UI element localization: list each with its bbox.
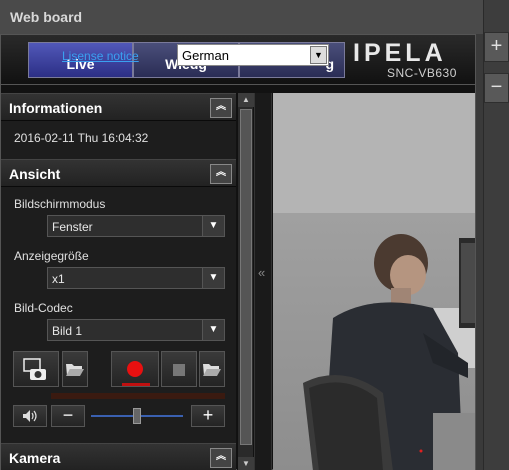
section-informationen-header[interactable]: Informationen ︽ — [1, 93, 236, 121]
record-button[interactable] — [111, 351, 159, 387]
select-value: x1 — [52, 272, 65, 286]
bildschirmmodus-label: Bildschirmmodus — [14, 197, 106, 211]
chevron-down-icon[interactable]: ▼ — [202, 268, 224, 288]
chevron-down-icon[interactable]: ▼ — [202, 320, 224, 340]
double-chevron-up-icon[interactable]: ︽ — [210, 98, 232, 118]
brand-logo: IPELA — [353, 39, 447, 67]
speaker-icon — [23, 410, 37, 422]
panel-scrollbar[interactable]: ▲ ▼ — [237, 93, 254, 470]
chevron-down-icon[interactable]: ▼ — [202, 216, 224, 236]
double-chevron-up-icon[interactable]: ︽ — [210, 164, 232, 184]
camera-header: Live Wiedg g Lisense notice German ▼ IPE… — [1, 35, 475, 85]
section-kamera-header[interactable]: Kamera ︽ — [1, 443, 236, 470]
snapshot-folder-button[interactable] — [62, 351, 88, 387]
language-value: German — [182, 48, 229, 63]
volume-thumb[interactable] — [133, 408, 141, 424]
camera-page: Live Wiedg g Lisense notice German ▼ IPE… — [0, 34, 476, 470]
record-icon — [127, 361, 143, 377]
record-underline — [122, 383, 150, 386]
live-video-view[interactable] — [273, 93, 475, 470]
zoom-out-button[interactable]: − — [484, 73, 509, 103]
volume-down-button[interactable]: − — [51, 405, 85, 427]
double-chevron-left-icon[interactable]: « — [258, 265, 265, 280]
chevron-down-icon[interactable]: ▼ — [310, 46, 327, 64]
section-ansicht-header[interactable]: Ansicht ︽ — [1, 159, 236, 187]
snapshot-button[interactable] — [13, 351, 59, 387]
right-rail — [483, 0, 509, 470]
live-camera-image — [273, 93, 475, 470]
camera-icon — [23, 358, 46, 380]
select-value: Fenster — [52, 220, 93, 234]
board-title: Web board — [0, 0, 483, 34]
status-strip — [51, 393, 225, 399]
section-title: Informationen — [9, 100, 103, 116]
volume-up-button[interactable]: + — [191, 405, 225, 427]
anzeigegroesse-select[interactable]: x1 ▼ — [47, 267, 225, 289]
camera-model: SNC-VB630 — [387, 66, 457, 80]
codec-select[interactable]: Bild 1 ▼ — [47, 319, 225, 341]
scroll-down-icon[interactable]: ▼ — [238, 457, 254, 470]
scroll-up-icon[interactable]: ▲ — [238, 93, 254, 107]
control-panel: Informationen ︽ 2016-02-11 Thu 16:04:32 … — [1, 93, 236, 470]
mute-button[interactable] — [13, 405, 47, 427]
web-board-window: Web board + − Live Wiedg g Lisense notic… — [0, 0, 509, 470]
datetime-text: 2016-02-11 Thu 16:04:32 — [14, 131, 149, 145]
zoom-in-button[interactable]: + — [484, 32, 509, 62]
folder-open-icon — [203, 364, 221, 376]
section-title: Ansicht — [9, 166, 61, 182]
language-select[interactable]: German ▼ — [177, 44, 329, 66]
codec-label: Bild-Codec — [14, 301, 73, 315]
scrollbar-thumb[interactable] — [240, 109, 252, 445]
section-title: Kamera — [9, 450, 61, 466]
stop-button[interactable] — [161, 351, 197, 387]
panel-toggle-bar[interactable]: « — [254, 93, 272, 470]
anzeigegroesse-label: Anzeigegröße — [14, 249, 89, 263]
select-value: Bild 1 — [52, 324, 83, 338]
license-notice-link[interactable]: Lisense notice — [62, 49, 139, 63]
volume-slider[interactable] — [89, 405, 189, 427]
stop-icon — [173, 364, 185, 376]
folder-open-icon — [66, 364, 84, 376]
double-chevron-up-icon[interactable]: ︽ — [210, 448, 232, 468]
recording-folder-button[interactable] — [199, 351, 225, 387]
bildschirmmodus-select[interactable]: Fenster ▼ — [47, 215, 225, 237]
